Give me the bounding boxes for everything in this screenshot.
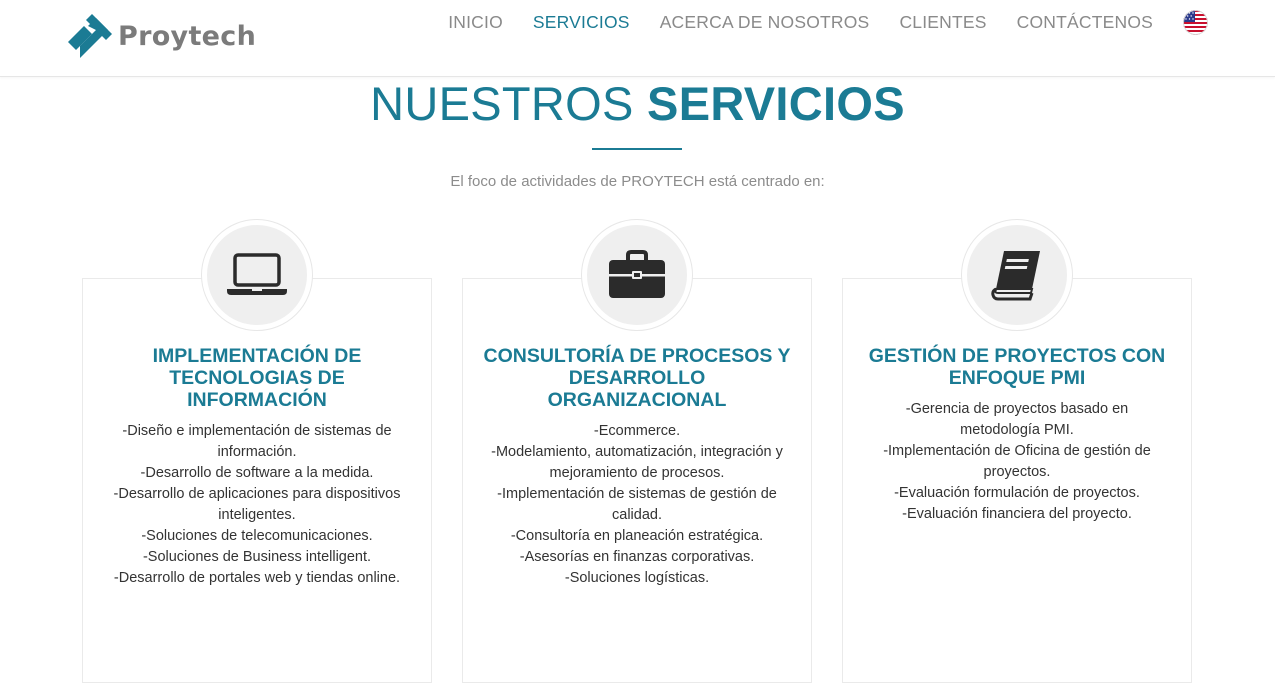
us-flag-icon[interactable] [1183,9,1208,35]
service-card-ti: IMPLEMENTACIÓN DE TECNOLOGIAS DE INFORMA… [82,278,432,683]
logo-text: Proytech [118,20,257,52]
card-body: -Gerencia de proyectos basado en metodol… [867,399,1167,525]
list-item: -Gerencia de proyectos basado en metodol… [905,401,1129,438]
briefcase-icon-badge [581,219,693,331]
page-title-light: NUESTROS [370,77,634,130]
list-item: -Evaluación financiera del proyecto. [902,506,1132,522]
logo[interactable]: Proytech [66,12,256,60]
laptop-icon-badge [201,219,313,331]
list-item: -Consultoría en planeación estratégica. [510,528,764,544]
page-subtitle: El foco de actividades de PROYTECH está … [450,173,825,190]
card-title: IMPLEMENTACIÓN DE TECNOLOGIAS DE INFORMA… [152,345,362,411]
title-divider [592,148,682,150]
proytech-logo-icon [68,14,112,58]
nav-acerca-de-nosotros[interactable]: ACERCA DE NOSOTROS [660,12,870,33]
book-icon [991,251,1040,301]
list-item: -Implementación de Oficina de gestión de… [883,443,1151,480]
card-title: GESTIÓN DE PROYECTOS CON ENFOQUE PMI [868,345,1166,389]
nav-contactenos[interactable]: CONTÁCTENOS [1017,12,1153,33]
service-card-pmi: GESTIÓN DE PROYECTOS CON ENFOQUE PMI -Ge… [842,278,1192,683]
nav-inicio[interactable]: INICIO [448,12,503,33]
laptop-icon [227,253,287,295]
list-item: -Implementación de sistemas de gestión d… [497,486,777,523]
nav-servicios[interactable]: SERVICIOS [533,12,630,33]
briefcase-icon [609,250,665,298]
card-body: -Ecommerce. -Modelamiento, automatizació… [487,421,787,589]
list-item: -Evaluación formulación de proyectos. [894,485,1140,501]
list-item: -Modelamiento, automatización, integraci… [491,444,783,481]
list-item: -Asesorías en finanzas corporativas. [519,549,755,565]
list-item: -Ecommerce. [593,423,681,439]
card-title: CONSULTORÍA DE PROCESOS Y DESARROLLO ORG… [483,345,791,411]
list-item: -Desarrollo de portales web y tiendas on… [113,570,401,586]
list-item: -Desarrollo de software a la medida. [140,465,374,481]
card-body: -Diseño e implementación de sistemas de … [107,421,407,589]
page-title-bold: SERVICIOS [647,77,905,130]
page-title: NUESTROS SERVICIOS [0,75,1275,133]
main-nav: INICIO SERVICIOS ACERCA DE NOSOTROS CLIE… [448,0,1275,44]
site-header: Proytech INICIO SERVICIOS ACERCA DE NOSO… [0,0,1275,77]
service-card-consultoria: CONSULTORÍA DE PROCESOS Y DESARROLLO ORG… [462,278,812,683]
list-item: -Diseño e implementación de sistemas de … [122,423,392,460]
list-item: -Desarrollo de aplicaciones para disposi… [113,486,401,523]
list-item: -Soluciones de Business intelligent. [142,549,372,565]
list-item: -Soluciones logísticas. [564,570,710,586]
book-icon-badge [961,219,1073,331]
nav-clientes[interactable]: CLIENTES [899,12,986,33]
list-item: -Soluciones de telecomunicaciones. [141,528,373,544]
